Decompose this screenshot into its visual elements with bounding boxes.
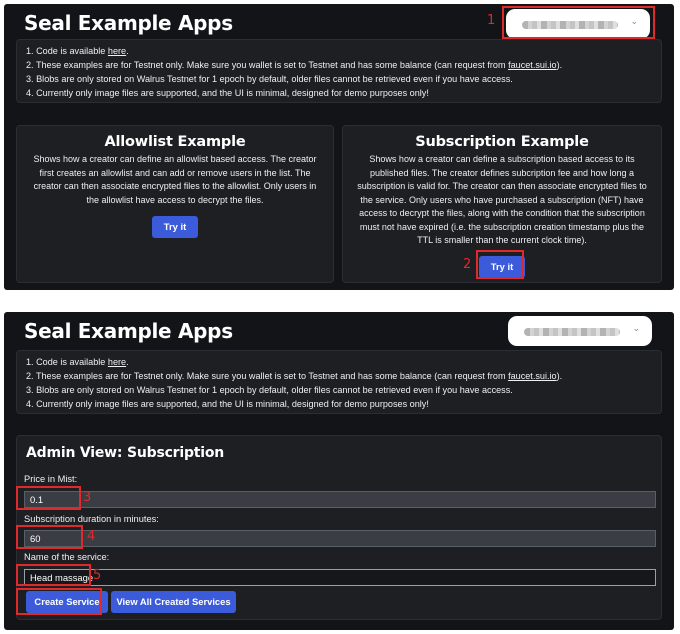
view-all-services-button[interactable]: View All Created Services	[111, 591, 236, 613]
wallet-address-blurred	[522, 21, 618, 29]
duration-input[interactable]	[24, 530, 656, 547]
service-name-label: Name of the service:	[24, 552, 110, 562]
info-notice: 1. Code is available here. 2. These exam…	[16, 350, 662, 414]
app-screen-home: Seal Example Apps ⌄ 1. Code is available…	[4, 4, 674, 290]
code-link[interactable]: here	[108, 46, 126, 56]
faucet-link[interactable]: faucet.sui.io	[508, 60, 557, 70]
price-input[interactable]	[24, 491, 656, 508]
create-service-button[interactable]: Create Service	[26, 591, 108, 613]
wallet-connect-button[interactable]: ⌄	[508, 316, 652, 346]
app-title: Seal Example Apps	[24, 319, 233, 343]
app-screen-admin: Seal Example Apps ⌄ 1. Code is available…	[4, 312, 674, 630]
info-line: 1. Code is available here.	[26, 357, 129, 367]
admin-subscription-form: Admin View: Subscription Price in Mist: …	[16, 435, 662, 620]
annotation-number: 2	[463, 257, 472, 272]
info-line: 4. Currently only image files are suppor…	[26, 88, 429, 98]
card-title: Subscription Example	[415, 134, 589, 150]
app-title: Seal Example Apps	[24, 11, 233, 35]
info-notice: 1. Code is available here. 2. These exam…	[16, 39, 662, 103]
card-title: Allowlist Example	[104, 134, 246, 150]
subscription-try-button[interactable]: Try it	[478, 255, 526, 278]
info-line: 2. These examples are for Testnet only. …	[26, 60, 563, 70]
annotation-number: 1	[487, 13, 496, 28]
admin-title: Admin View: Subscription	[26, 445, 225, 461]
wallet-connect-button[interactable]: ⌄	[506, 9, 650, 39]
info-line: 2. These examples are for Testnet only. …	[26, 371, 563, 381]
faucet-link[interactable]: faucet.sui.io	[508, 371, 557, 381]
info-line: 4. Currently only image files are suppor…	[26, 399, 429, 409]
annotation-number: 4	[87, 529, 96, 544]
info-line: 3. Blobs are only stored on Walrus Testn…	[26, 385, 513, 395]
card-description: Shows how a creator can define an allowl…	[33, 154, 317, 205]
annotation-number: 3	[83, 490, 92, 505]
duration-label: Subscription duration in minutes:	[24, 514, 159, 524]
price-label: Price in Mist:	[24, 474, 78, 484]
subscription-card: Subscription Example Shows how a creator…	[342, 125, 662, 283]
allowlist-card: Allowlist Example Shows how a creator ca…	[16, 125, 334, 283]
card-description: Shows how a creator can define a subscri…	[357, 154, 647, 245]
code-link[interactable]: here	[108, 357, 126, 367]
allowlist-try-button[interactable]: Try it	[151, 216, 199, 238]
wallet-address-blurred	[524, 328, 620, 336]
chevron-down-icon: ⌄	[632, 324, 640, 334]
chevron-down-icon: ⌄	[630, 17, 638, 27]
service-name-input[interactable]	[24, 569, 656, 586]
info-line: 1. Code is available here.	[26, 46, 129, 56]
info-line: 3. Blobs are only stored on Walrus Testn…	[26, 74, 513, 84]
annotation-number: 5	[93, 568, 102, 583]
